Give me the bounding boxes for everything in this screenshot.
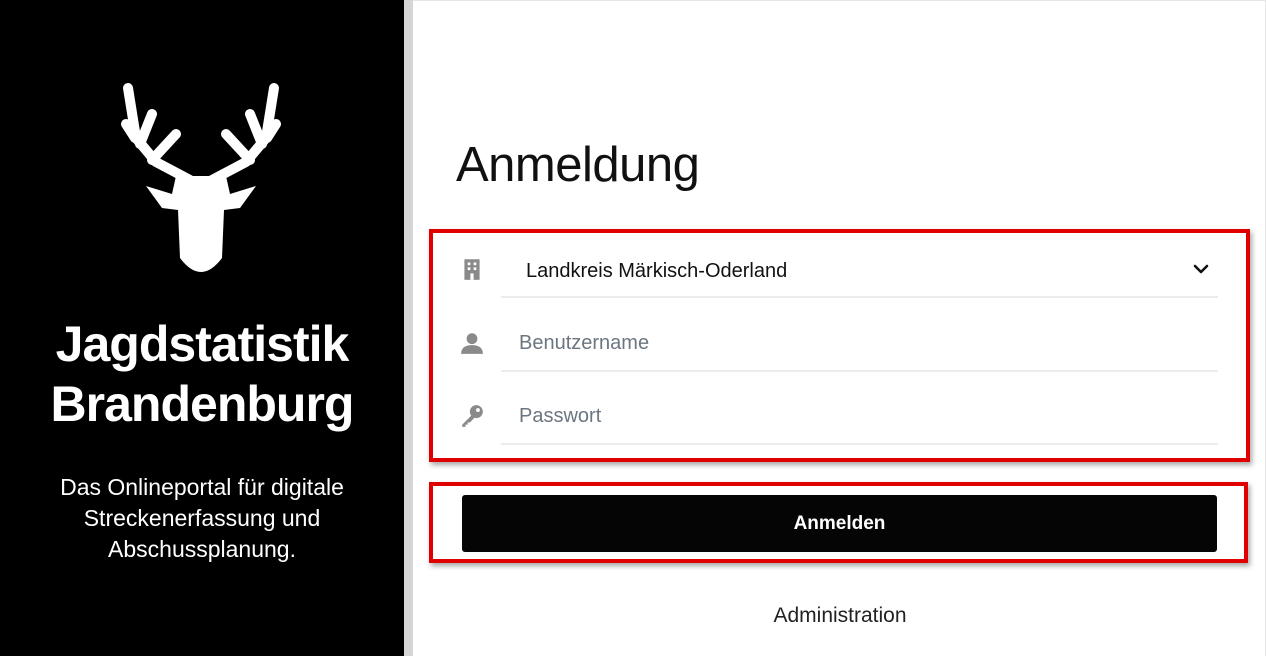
username-underline bbox=[501, 370, 1218, 372]
district-select[interactable]: Landkreis Märkisch-Oderland bbox=[455, 242, 1218, 298]
brand-title: Jagdstatistik Brandenburg bbox=[0, 314, 404, 434]
password-underline bbox=[501, 443, 1218, 445]
password-placeholder: Passwort bbox=[519, 405, 602, 427]
deer-logo-icon bbox=[121, 83, 281, 272]
brand-panel: Jagdstatistik Brandenburg Das Onlineport… bbox=[0, 0, 404, 656]
password-field[interactable]: Passwort bbox=[455, 389, 1218, 445]
administration-link[interactable]: Administration bbox=[660, 604, 1020, 628]
district-select-underline bbox=[501, 296, 1218, 298]
user-icon bbox=[461, 333, 483, 354]
brand-title-line1: Jagdstatistik bbox=[55, 316, 350, 372]
brand-subtitle: Das Onlineportal für digitale Streckener… bbox=[60, 474, 344, 562]
building-icon bbox=[464, 259, 480, 280]
page-title: Anmeldung bbox=[456, 138, 700, 192]
username-field[interactable]: Benutzername bbox=[455, 316, 1218, 372]
district-select-value: Landkreis Märkisch-Oderland bbox=[526, 260, 788, 282]
panel-divider bbox=[404, 0, 413, 656]
chevron-down-icon[interactable] bbox=[1192, 260, 1210, 278]
username-placeholder: Benutzername bbox=[519, 332, 650, 354]
key-icon bbox=[462, 405, 483, 427]
login-button[interactable]: Anmelden bbox=[462, 495, 1217, 552]
brand-title-line2: Brandenburg bbox=[50, 376, 355, 432]
